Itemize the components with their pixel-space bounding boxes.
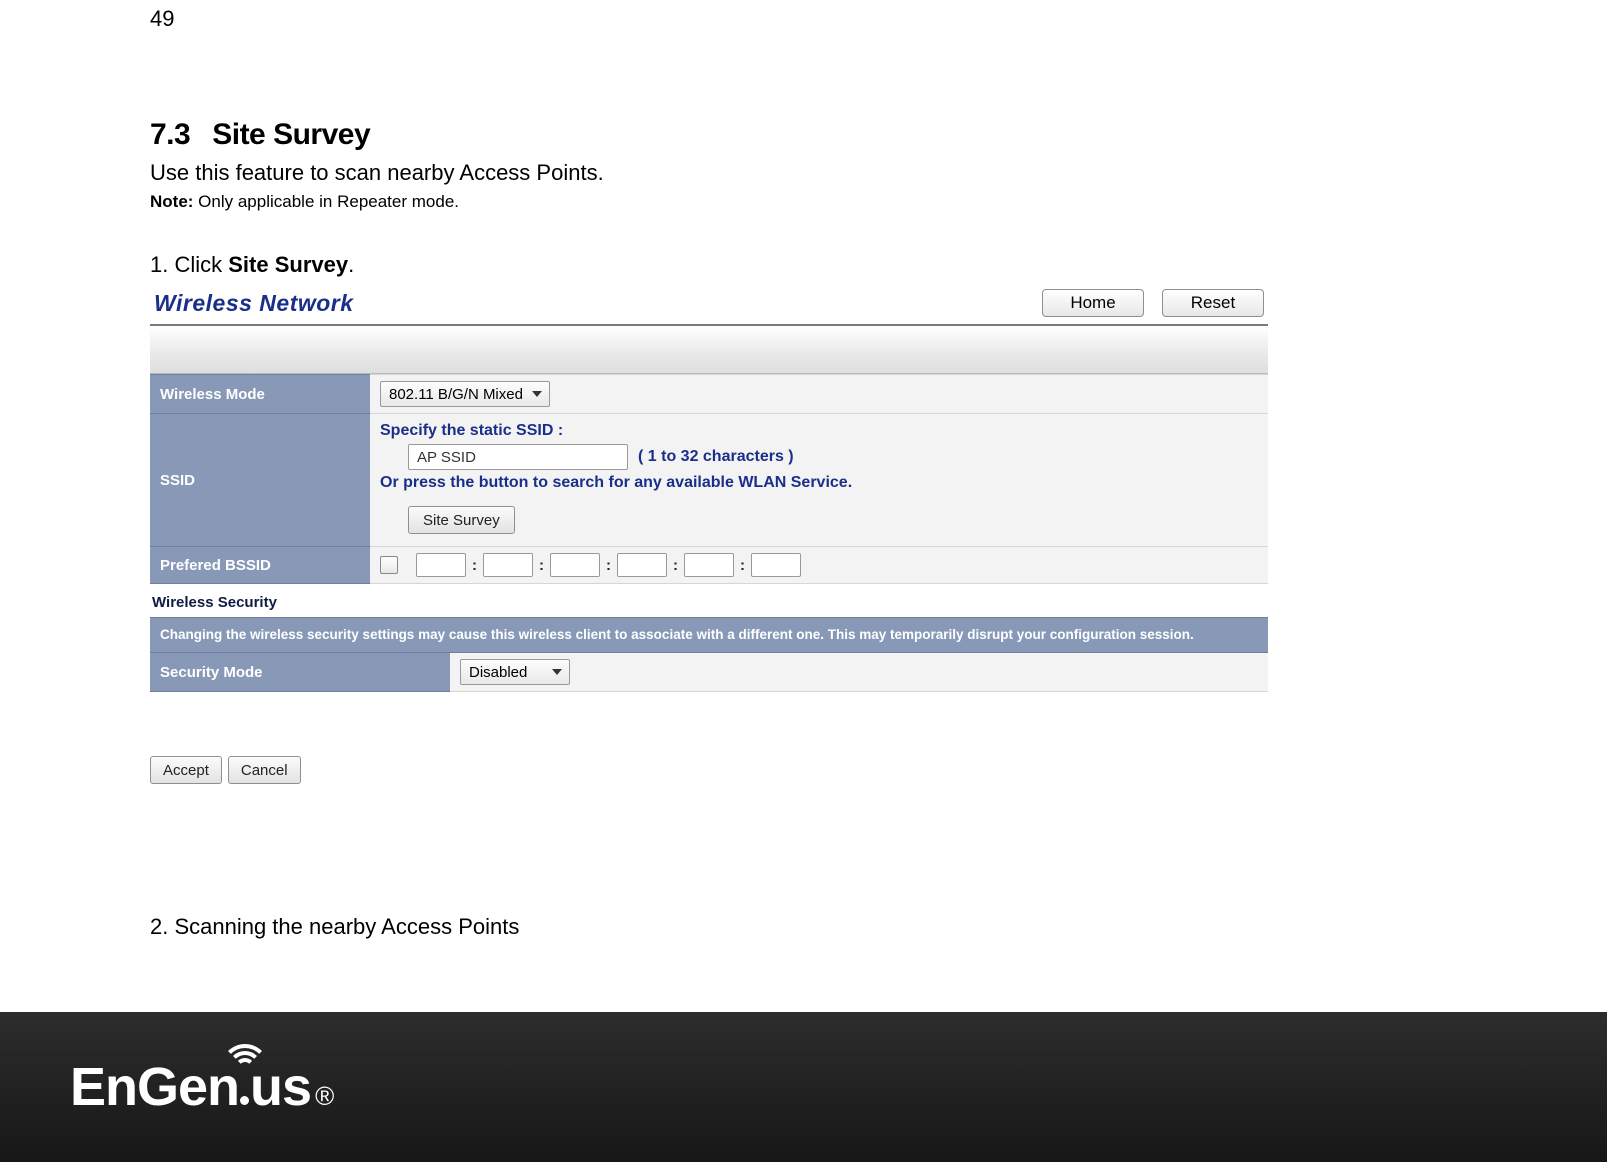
cell-ssid: Specify the static SSID : ( 1 to 32 char… xyxy=(370,414,1268,547)
bssid-checkbox[interactable] xyxy=(380,556,398,574)
label-wireless-mode: Wireless Mode xyxy=(150,375,370,414)
row-security-mode: Security Mode Disabled xyxy=(150,653,1268,692)
panel-header: Wireless Network Home Reset xyxy=(150,284,1268,322)
section-intro: Use this feature to scan nearby Access P… xyxy=(150,160,1450,186)
section-heading: 7.3 Site Survey xyxy=(150,118,1450,152)
ssid-char-hint: ( 1 to 32 characters ) xyxy=(638,448,794,466)
row-ssid: SSID Specify the static SSID : ( 1 to 32… xyxy=(150,414,1268,547)
section-number: 7.3 xyxy=(150,118,190,151)
page-number: 49 xyxy=(150,6,1450,32)
engenius-logo: EnGen us® xyxy=(70,1056,334,1118)
row-bssid: Prefered BSSID : : : : : xyxy=(150,547,1268,584)
section-title: Site Survey xyxy=(212,118,370,151)
ssid-input[interactable] xyxy=(408,444,628,470)
security-table: Changing the wireless security settings … xyxy=(150,617,1268,692)
label-bssid: Prefered BSSID xyxy=(150,547,370,584)
bssid-octet-5[interactable] xyxy=(684,553,734,577)
page-footer: EnGen us® xyxy=(0,1012,1607,1162)
bssid-octet-1[interactable] xyxy=(416,553,466,577)
security-mode-select[interactable]: Disabled xyxy=(460,659,570,685)
bssid-octet-2[interactable] xyxy=(483,553,533,577)
wireless-security-heading: Wireless Security xyxy=(152,594,1268,611)
panel-title: Wireless Network xyxy=(154,290,354,317)
note-label: Note: xyxy=(150,192,193,211)
home-button[interactable]: Home xyxy=(1042,289,1144,317)
site-survey-button[interactable]: Site Survey xyxy=(408,506,515,534)
bssid-input-row: : : : : : xyxy=(380,553,1258,577)
note-text: Only applicable in Repeater mode. xyxy=(193,192,459,211)
reset-button[interactable]: Reset xyxy=(1162,289,1264,317)
step1-prefix: 1. Click xyxy=(150,252,228,277)
registered-mark: ® xyxy=(315,1081,334,1112)
row-wireless-mode: Wireless Mode 802.11 B/G/N Mixed xyxy=(150,375,1268,414)
step1-bold: Site Survey xyxy=(228,252,348,277)
logo-i xyxy=(239,1092,250,1110)
wireless-mode-select[interactable]: 802.11 B/G/N Mixed xyxy=(380,381,550,407)
colon: : xyxy=(606,557,611,574)
step-1: 1. Click Site Survey. xyxy=(150,252,1450,278)
bssid-octet-6[interactable] xyxy=(751,553,801,577)
colon: : xyxy=(472,557,477,574)
step-2: 2. Scanning the nearby Access Points xyxy=(150,914,1450,940)
note-line: Note: Only applicable in Repeater mode. xyxy=(150,192,1450,212)
step1-suffix: . xyxy=(348,252,354,277)
panel-header-buttons: Home Reset xyxy=(1042,289,1264,317)
header-spacer xyxy=(150,326,1268,374)
cancel-button[interactable]: Cancel xyxy=(228,756,301,784)
bssid-octet-4[interactable] xyxy=(617,553,667,577)
cell-security-mode: Disabled xyxy=(450,653,1268,692)
logo-text-pre: EnGen xyxy=(70,1056,239,1118)
cell-bssid: : : : : : xyxy=(370,547,1268,584)
colon: : xyxy=(673,557,678,574)
security-warning-row: Changing the wireless security settings … xyxy=(150,618,1268,653)
form-action-buttons: Accept Cancel xyxy=(150,756,1268,784)
cell-wireless-mode: 802.11 B/G/N Mixed xyxy=(370,375,1268,414)
accept-button[interactable]: Accept xyxy=(150,756,222,784)
ssid-or-text: Or press the button to search for any av… xyxy=(380,474,1258,492)
ssid-specify-text: Specify the static SSID : xyxy=(380,422,1258,440)
security-warning-text: Changing the wireless security settings … xyxy=(150,618,1268,653)
bssid-octet-3[interactable] xyxy=(550,553,600,577)
wireless-network-panel: Wireless Network Home Reset Wireless Mod… xyxy=(150,284,1268,784)
colon: : xyxy=(539,557,544,574)
colon: : xyxy=(740,557,745,574)
ssid-input-row: ( 1 to 32 characters ) xyxy=(408,444,1258,470)
wireless-settings-table: Wireless Mode 802.11 B/G/N Mixed SSID Sp… xyxy=(150,374,1268,584)
label-security-mode: Security Mode xyxy=(150,653,450,692)
label-ssid: SSID xyxy=(150,414,370,547)
